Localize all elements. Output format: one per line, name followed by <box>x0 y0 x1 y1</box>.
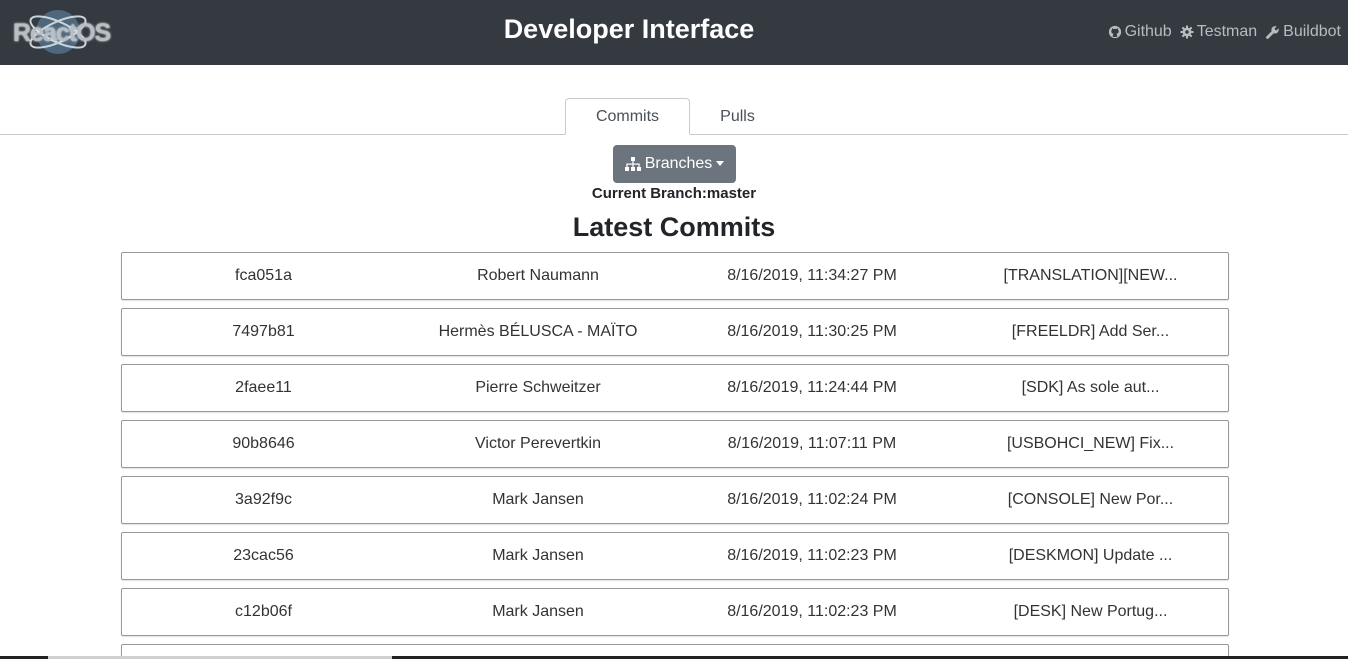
commit-message: [TRANSLATION][NEW... <box>1003 267 1178 284</box>
branches-button-label: Branches <box>644 155 713 172</box>
commit-sha: fca051a <box>235 267 292 284</box>
buildbot-link[interactable]: Buildbot <box>1265 23 1341 41</box>
commit-row[interactable]: 90b8646 Victor Perevertkin 8/16/2019, 11… <box>121 420 1229 468</box>
tab-pulls[interactable]: Pulls <box>690 98 785 135</box>
commit-message: [FREELDR] Add Ser... <box>1011 323 1170 340</box>
current-branch-label: Current Branch:master <box>591 185 757 202</box>
commit-date: 8/16/2019, 11:02:23 PM <box>727 547 897 564</box>
commit-author: Mark Jansen <box>492 603 584 620</box>
commit-sha: 2faee11 <box>235 379 292 396</box>
commit-message: [USBOHCI_NEW] Fix... <box>1006 435 1175 452</box>
branches-dropdown-button[interactable]: Branches <box>613 145 736 183</box>
commit-row[interactable]: 7497b81 Hermès BÉLUSCA - MAÏTO 8/16/2019… <box>121 308 1229 356</box>
commit-author: Pierre Schweitzer <box>475 379 601 396</box>
gear-icon <box>1180 25 1194 39</box>
commit-message: [SDK] As sole aut... <box>1021 379 1160 396</box>
page-title: Developer Interface <box>503 14 755 44</box>
github-icon <box>1108 25 1121 39</box>
wrench-icon <box>1266 25 1279 39</box>
github-link[interactable]: Github <box>1108 23 1172 41</box>
commit-row[interactable]: 2faee11 Pierre Schweitzer 8/16/2019, 11:… <box>121 364 1229 412</box>
commit-author: Mark Jansen <box>492 547 584 564</box>
commit-sha: 7497b81 <box>232 323 295 340</box>
commit-date: 8/16/2019, 11:02:23 PM <box>727 603 897 620</box>
sitemap-icon <box>624 157 641 171</box>
commit-sha: c12b06f <box>235 603 292 620</box>
commit-message: [CONSOLE] New Por... <box>1007 491 1174 508</box>
top-navbar: ReactOS Developer Interface Github Testm… <box>0 0 1348 65</box>
caret-down-icon <box>716 160 725 166</box>
commit-date: 8/16/2019, 11:30:25 PM <box>727 323 897 340</box>
tab-pulls-label: Pulls <box>720 107 755 125</box>
commit-sha: 90b8646 <box>232 435 295 452</box>
latest-commits-heading: Latest Commits <box>572 212 776 242</box>
commit-message: [DESKMON] Update ... <box>1008 547 1173 564</box>
commit-author: Robert Naumann <box>477 267 599 284</box>
commit-date: 8/16/2019, 11:34:27 PM <box>727 267 897 284</box>
commit-date: 8/16/2019, 11:24:44 PM <box>727 379 897 396</box>
commit-sha: 23cac56 <box>233 547 294 564</box>
commit-sha: 3a92f9c <box>235 491 292 508</box>
commit-row[interactable]: 3a92f9c Mark Jansen 8/16/2019, 11:02:24 … <box>121 476 1229 524</box>
commit-row[interactable]: c12b06f Mark Jansen 8/16/2019, 11:02:23 … <box>121 588 1229 636</box>
commit-author: Mark Jansen <box>492 491 584 508</box>
commit-row[interactable]: fca051a Robert Naumann 8/16/2019, 11:34:… <box>121 252 1229 300</box>
tab-commits[interactable]: Commits <box>565 98 690 135</box>
commit-date: 8/16/2019, 11:07:11 PM <box>727 435 897 452</box>
commit-row[interactable]: 23cac56 Mark Jansen 8/16/2019, 11:02:23 … <box>121 532 1229 580</box>
commit-author: Victor Perevertkin <box>475 435 601 452</box>
commit-message: [DESK] New Portug... <box>1013 603 1168 620</box>
buildbot-link-label: Buildbot <box>1283 23 1341 40</box>
commit-author: Hermès BÉLUSCA - MAÏTO <box>438 323 638 340</box>
testman-link-label: Testman <box>1196 23 1258 40</box>
github-link-label: Github <box>1124 23 1172 40</box>
tab-commits-label: Commits <box>595 107 660 125</box>
commit-date: 8/16/2019, 11:02:24 PM <box>727 491 897 508</box>
testman-link[interactable]: Testman <box>1180 23 1257 41</box>
header-links: Github Testman Buildbot <box>1108 23 1341 41</box>
